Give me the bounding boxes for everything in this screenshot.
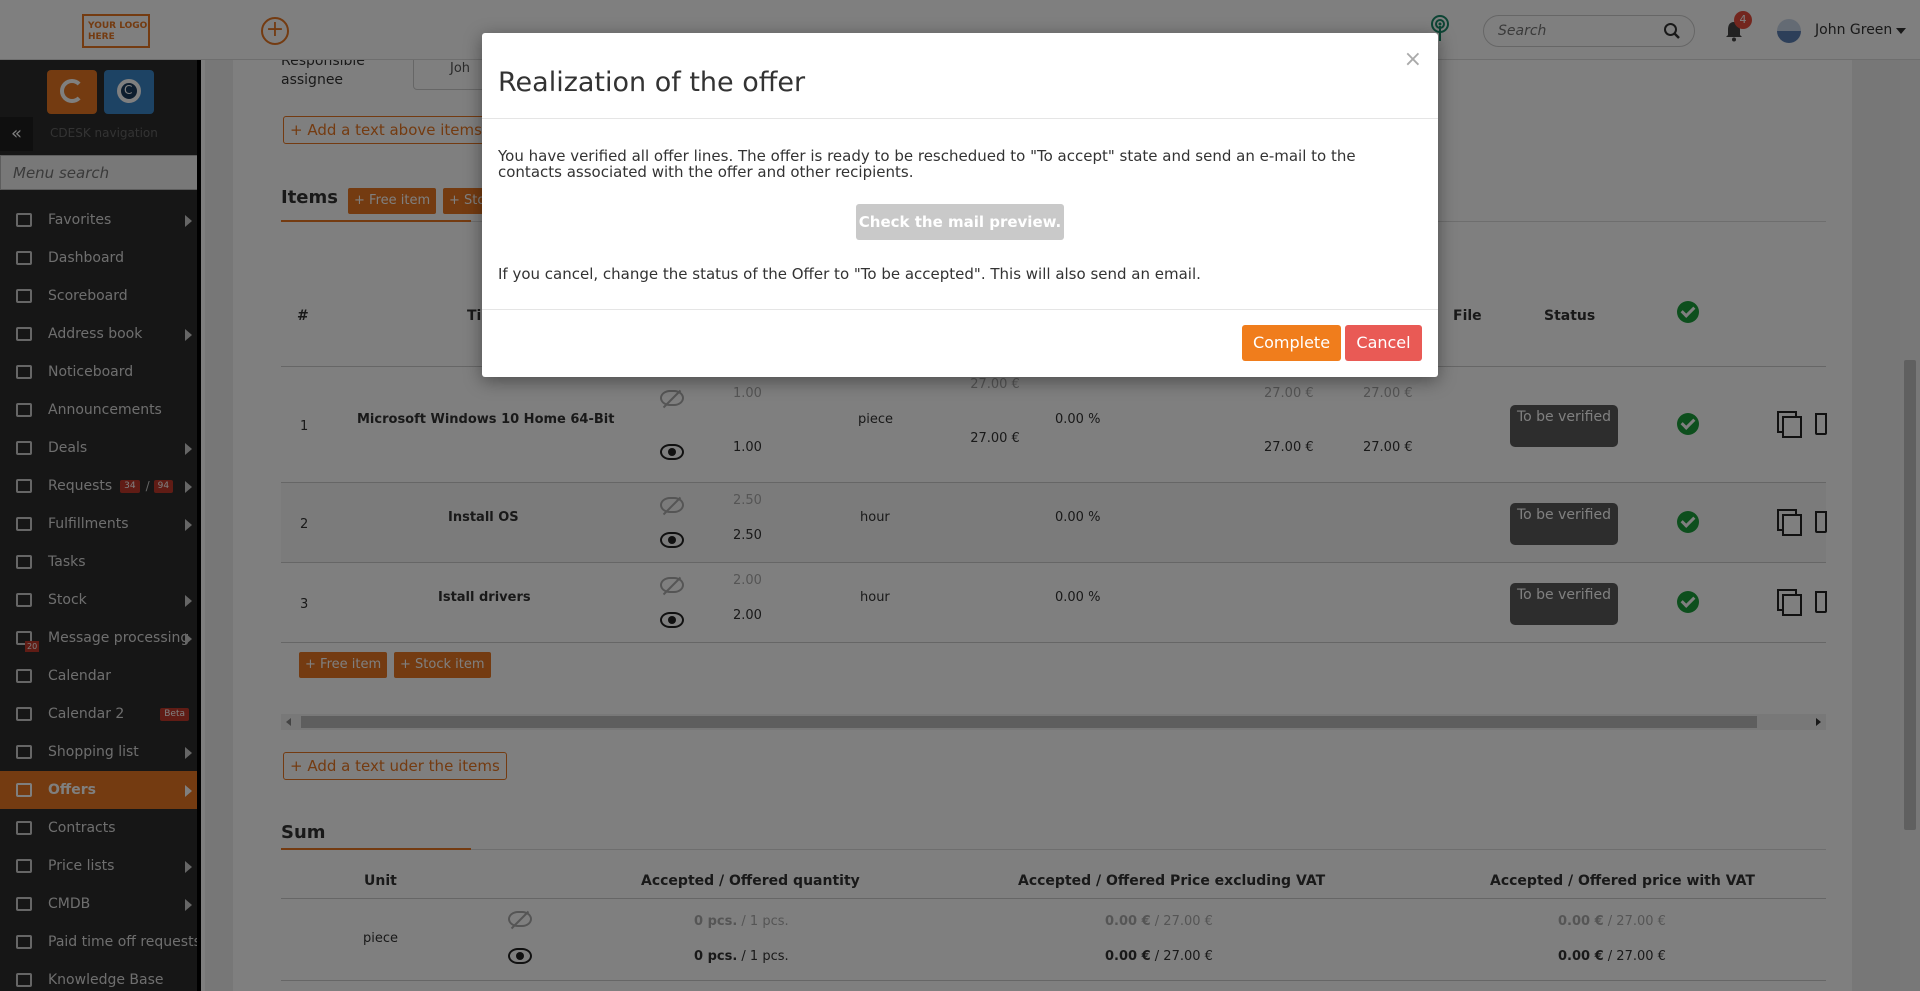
complete-button[interactable]: Complete xyxy=(1242,325,1341,361)
close-icon[interactable]: × xyxy=(1404,47,1422,72)
realization-dialog: Realization of the offer × You have veri… xyxy=(482,33,1438,377)
modal-title: Realization of the offer xyxy=(498,67,806,98)
modal-cancel-note: If you cancel, change the status of the … xyxy=(498,265,1201,283)
mail-preview-button[interactable]: Check the mail preview. xyxy=(856,204,1064,240)
cancel-button[interactable]: Cancel xyxy=(1345,325,1422,361)
modal-message: You have verified all offer lines. The o… xyxy=(498,147,1356,181)
